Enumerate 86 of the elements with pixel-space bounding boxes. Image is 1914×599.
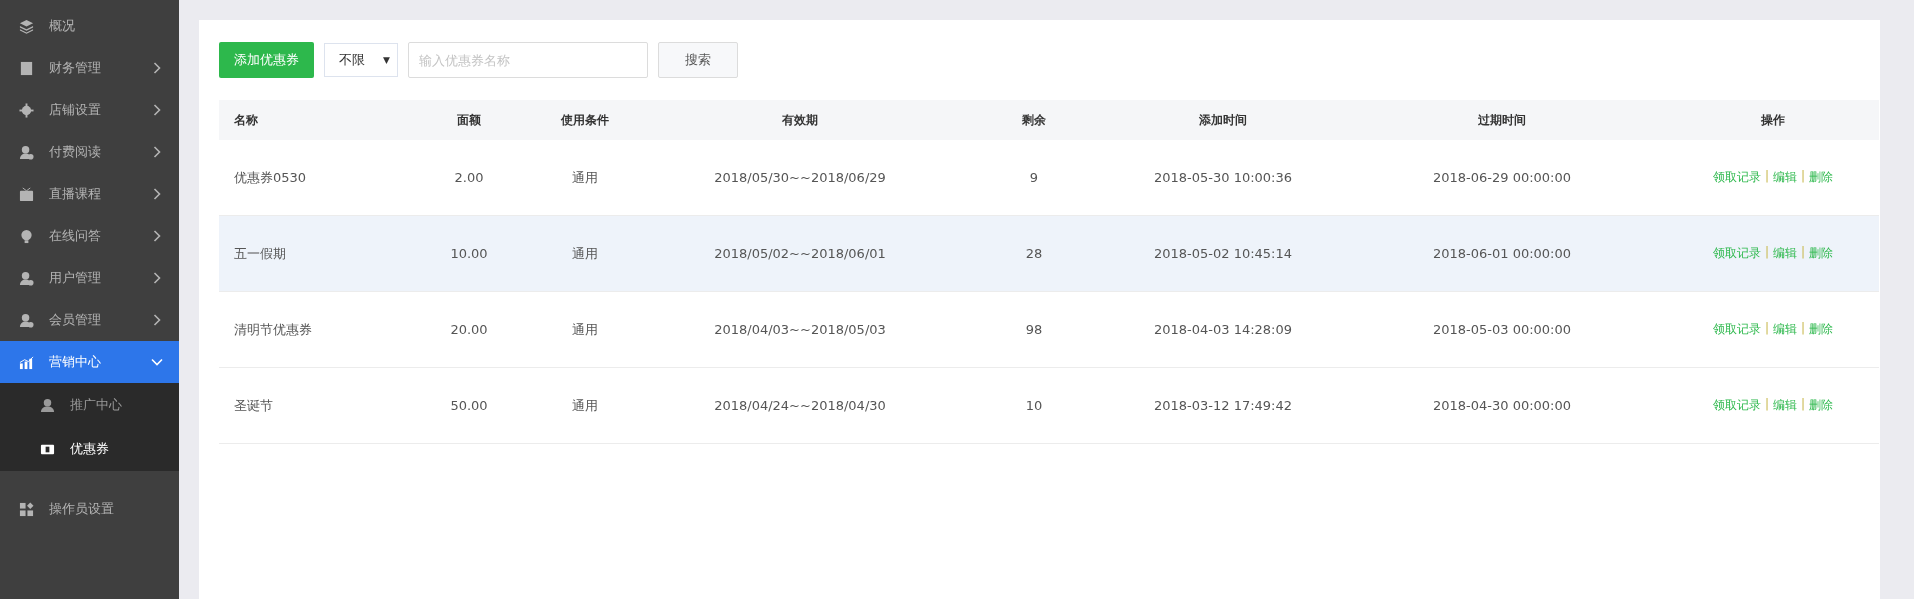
table-cell-text: 50.00 <box>449 398 489 413</box>
nav-item[interactable]: 财务管理 <box>0 47 179 89</box>
column-header: 使用条件 <box>560 111 610 129</box>
nav-label: 操作员设置 <box>49 500 115 518</box>
table-cell-text: 2018-05-03 00:00:00 <box>1431 322 1573 337</box>
table-row[interactable]: 清明节优惠券 20.00 通用 2018/04/03~~2018/05/03 98 2018-04-03 14:28:09 2018-05-03 00:00:00 领取记录 | 编辑 | 删除 <box>219 292 1879 368</box>
column-header: 有效期 <box>781 111 819 129</box>
nav-label: 财务管理 <box>49 59 102 77</box>
action-link[interactable]: 领取记录 <box>1712 321 1761 338</box>
table-cell-text: 2018-04-03 14:28:09 <box>1152 322 1294 337</box>
table-cell-text: 圣诞节 <box>233 396 274 415</box>
action-link[interactable]: 编辑 <box>1773 321 1797 338</box>
action-link[interactable]: 领取记录 <box>1712 397 1761 414</box>
table-cell-text: 2018/04/03~~2018/05/03 <box>713 322 887 337</box>
subnav-label: 推广中心 <box>70 396 123 414</box>
table-cell-text: 通用 <box>571 320 599 339</box>
table-cell-text: 10.00 <box>449 246 489 261</box>
action-link[interactable]: 删除 <box>1809 321 1834 338</box>
subnav-label: 优惠券 <box>70 440 110 458</box>
nav-label: 会员管理 <box>49 311 102 329</box>
column-header: 操作 <box>1760 111 1786 129</box>
nav-item[interactable]: 概况 <box>0 5 179 47</box>
tv-icon <box>19 186 34 202</box>
separator: | <box>1764 169 1769 185</box>
subnav-item[interactable]: 优惠券 <box>0 427 179 471</box>
table-cell-text: 2018/05/30~~2018/06/29 <box>713 170 887 185</box>
filter-dropdown[interactable]: 不限 ▼ <box>324 43 398 77</box>
action-link[interactable]: 编辑 <box>1773 397 1797 414</box>
blocks-icon <box>19 501 34 517</box>
table-cell-text: 98 <box>1024 322 1044 337</box>
nav-label: 营销中心 <box>49 353 102 371</box>
column-header: 添加时间 <box>1198 111 1248 129</box>
nav-label: 店铺设置 <box>49 101 102 119</box>
table-cell-text: 2018-04-30 00:00:00 <box>1431 398 1573 413</box>
table-cell-text: 通用 <box>571 396 599 415</box>
separator: | <box>1764 397 1769 413</box>
user-icon <box>40 397 55 413</box>
nav-label: 直播课程 <box>49 185 102 203</box>
separator: | <box>1764 245 1769 261</box>
table-cell-text: 2.00 <box>453 170 485 185</box>
nav-item[interactable]: 会员管理 <box>0 299 179 341</box>
table-cell-text: 通用 <box>571 244 599 263</box>
table-cell-text: 20.00 <box>449 322 489 337</box>
nav-item[interactable]: 直播课程 <box>0 173 179 215</box>
table-cell-text: 2018-05-02 10:45:14 <box>1152 246 1294 261</box>
separator: | <box>1801 397 1806 413</box>
nav-item[interactable]: 操作员设置 <box>0 488 179 530</box>
nav-label: 在线问答 <box>49 227 102 245</box>
nav-item[interactable]: 营销中心 <box>0 341 179 383</box>
action-link[interactable]: 删除 <box>1809 397 1834 414</box>
table-row[interactable]: 圣诞节 50.00 通用 2018/04/24~~2018/04/30 10 2018-03-12 17:49:42 2018-04-30 00:00:00 领取记录 | 编辑 | 删除 <box>219 368 1879 444</box>
table-cell-text: 2018/04/24~~2018/04/30 <box>713 398 887 413</box>
nav-item[interactable]: 用户管理 <box>0 257 179 299</box>
separator: | <box>1801 321 1806 337</box>
layers-icon <box>19 18 34 34</box>
nav-label: 付费阅读 <box>49 143 102 161</box>
table-cell-text: 9 <box>1028 170 1040 185</box>
action-link[interactable]: 领取记录 <box>1712 169 1761 186</box>
nav-item[interactable]: 付费阅读 <box>0 131 179 173</box>
action-link[interactable]: 删除 <box>1809 169 1834 186</box>
table-cell-text: 五一假期 <box>233 244 287 263</box>
action-link[interactable]: 编辑 <box>1773 169 1797 186</box>
table-cell-text: 清明节优惠券 <box>233 320 313 339</box>
nav-item[interactable]: 店铺设置 <box>0 89 179 131</box>
table-cell-text: 优惠券0530 <box>233 168 308 187</box>
column-header: 名称 <box>233 111 259 129</box>
column-header: 剩余 <box>1021 111 1047 129</box>
separator: | <box>1801 245 1806 261</box>
column-header: 面额 <box>456 111 482 129</box>
table-cell-text: 2018-05-30 10:00:36 <box>1152 170 1294 185</box>
nav-label: 概况 <box>49 17 76 35</box>
search-button[interactable]: 搜索 <box>658 42 738 78</box>
chart-icon <box>19 354 34 370</box>
column-header: 过期时间 <box>1477 111 1527 129</box>
table-cell-text: 10 <box>1024 398 1044 413</box>
table-cell-text: 2018-03-12 17:49:42 <box>1152 398 1294 413</box>
table-cell-text: 通用 <box>571 168 599 187</box>
subnav-item[interactable]: 推广中心 <box>0 383 179 427</box>
table-cell-text: 2018/05/02~~2018/06/01 <box>713 246 887 261</box>
separator: | <box>1764 321 1769 337</box>
nav-item[interactable]: 在线问答 <box>0 215 179 257</box>
table-cell-text: 28 <box>1024 246 1044 261</box>
table-cell-text: 2018-06-01 00:00:00 <box>1431 246 1573 261</box>
nav-label: 用户管理 <box>49 269 102 287</box>
table-cell-text: 2018-06-29 00:00:00 <box>1431 170 1573 185</box>
separator: | <box>1801 169 1806 185</box>
